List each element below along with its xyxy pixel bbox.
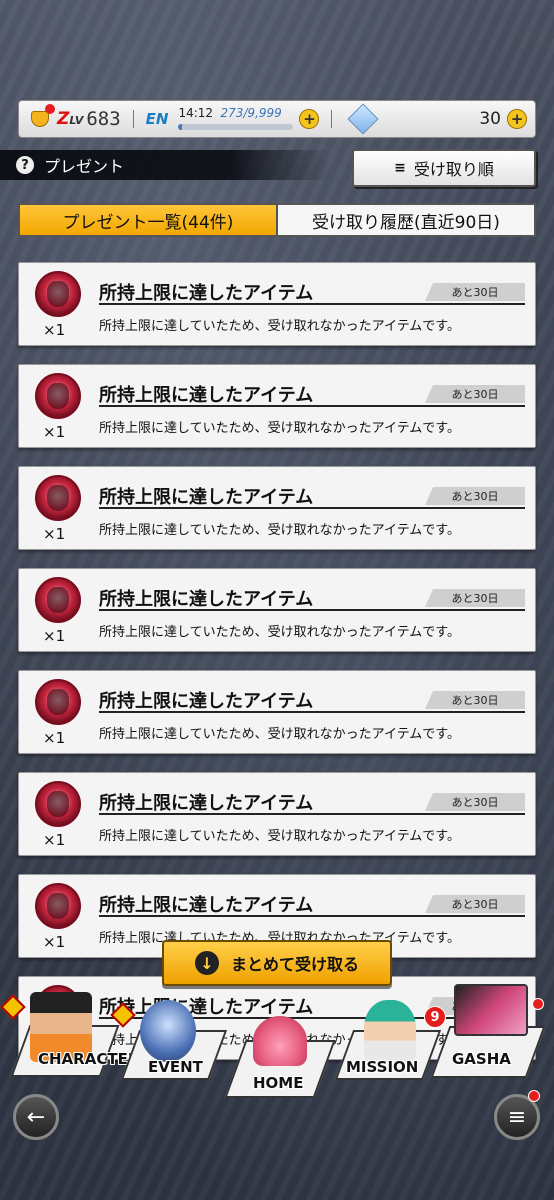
title-underline	[99, 915, 525, 917]
nav-gasha-label: GASHA	[452, 1050, 511, 1068]
item-quantity: ×1	[43, 423, 66, 441]
list-item[interactable]: ×1 所持上限に達したアイテム あと30日所持上限に達していたため、受け取れなかった…	[18, 364, 536, 448]
divider	[331, 110, 333, 128]
status-bar: ZLV 683 EN 14:12 273/9,999 + 30 +	[18, 100, 536, 138]
item-description: 所持上限に達していたため、受け取れなかったアイテムです。	[99, 421, 461, 436]
divider	[132, 110, 134, 128]
item-title: 所持上限に達したアイテム	[99, 691, 314, 712]
expiry-badge: あと30日	[425, 691, 525, 709]
expiry-badge: あと30日	[425, 487, 525, 505]
gem-icon	[347, 103, 380, 135]
item-title: 所持上限に達したアイテム	[99, 895, 314, 916]
item-quantity: ×1	[43, 729, 66, 747]
sort-label: 受け取り順	[413, 160, 494, 179]
back-button[interactable]: ←	[13, 1094, 59, 1140]
new-badge-icon	[110, 1002, 136, 1028]
download-icon: ↓	[194, 951, 219, 975]
sort-icon: ≡	[394, 160, 406, 176]
menu-notification-dot	[528, 1090, 540, 1102]
item-quantity: ×1	[43, 627, 66, 645]
claim-all-button[interactable]: ↓ まとめて受け取る	[162, 940, 392, 986]
item-description: 所持上限に達していたため、受け取れなかったアイテムです。	[99, 829, 461, 844]
list-item[interactable]: ×1 所持上限に達したアイテム あと30日所持上限に達していたため、受け取れなかった…	[18, 568, 536, 652]
event-art	[140, 1000, 196, 1062]
item-title: 所持上限に達したアイテム	[99, 283, 314, 304]
new-badge-icon	[0, 994, 26, 1020]
expiry-badge: あと30日	[425, 589, 525, 607]
item-thumbnail	[35, 883, 81, 929]
nav-event[interactable]: EVENT	[110, 990, 235, 1085]
list-item[interactable]: ×1 所持上限に達したアイテム あと30日所持上限に達していたため、受け取れなかった…	[18, 670, 536, 754]
page-title: プレゼント	[44, 157, 125, 176]
rank-label: ZLV	[57, 109, 84, 129]
back-arrow-icon: ←	[26, 1104, 46, 1130]
nav-character[interactable]: CHARACTER	[0, 990, 139, 1085]
title-underline	[99, 609, 525, 611]
item-description: 所持上限に達していたため、受け取れなかったアイテムです。	[99, 625, 461, 640]
energy-bar	[178, 124, 294, 130]
item-quantity: ×1	[43, 831, 66, 849]
add-gem-button[interactable]: +	[507, 109, 527, 129]
energy-value: 273/9,999	[220, 106, 282, 120]
item-quantity: ×1	[43, 933, 66, 951]
item-thumbnail	[35, 679, 81, 725]
energy-label: EN	[145, 110, 169, 128]
help-icon[interactable]: ?	[16, 156, 34, 174]
add-energy-button[interactable]: +	[299, 109, 320, 129]
item-description: 所持上限に達していたため、受け取れなかったアイテムです。	[99, 523, 461, 538]
expiry-badge: あと30日	[425, 283, 525, 301]
nav-home-label: HOME	[253, 1074, 304, 1092]
menu-icon: ≡	[507, 1104, 527, 1130]
tab-present-list[interactable]: プレゼント一覧(44件)	[18, 203, 278, 237]
expiry-badge: あと30日	[425, 385, 525, 403]
item-thumbnail	[35, 577, 81, 623]
mission-art	[364, 1000, 416, 1062]
title-underline	[99, 303, 525, 305]
bottom-nav: CHARACTER EVENT HOME 9 MISSION GASHA	[0, 984, 554, 1100]
rank-value: 683	[86, 108, 121, 130]
item-thumbnail	[35, 271, 81, 317]
gem-count: 30	[479, 109, 501, 129]
nav-mission-label: MISSION	[346, 1058, 419, 1076]
trophy-icon[interactable]	[27, 104, 55, 132]
tab-bar: プレゼント一覧(44件) 受け取り履歴(直近90日)	[18, 203, 536, 237]
item-description: 所持上限に達していたため、受け取れなかったアイテムです。	[99, 319, 461, 334]
list-item[interactable]: ×1 所持上限に達したアイテム あと30日所持上限に達していたため、受け取れなかった…	[18, 466, 536, 550]
item-title: 所持上限に達したアイテム	[99, 385, 314, 406]
title-underline	[99, 405, 525, 407]
item-title: 所持上限に達したアイテム	[99, 487, 314, 508]
nav-event-label: EVENT	[148, 1058, 203, 1076]
expiry-badge: あと30日	[425, 793, 525, 811]
nav-gasha[interactable]: GASHA	[430, 984, 554, 1085]
item-thumbnail	[35, 475, 81, 521]
item-thumbnail	[35, 781, 81, 827]
title-underline	[99, 507, 525, 509]
item-thumbnail	[35, 373, 81, 419]
item-quantity: ×1	[43, 321, 66, 339]
item-title: 所持上限に達したアイテム	[99, 793, 314, 814]
title-underline	[99, 813, 525, 815]
energy-meter: 14:12 273/9,999	[178, 106, 294, 132]
item-title: 所持上限に達したアイテム	[99, 589, 314, 610]
title-underline	[99, 711, 525, 713]
notification-dot	[532, 998, 544, 1010]
list-item[interactable]: ×1 所持上限に達したアイテム あと30日所持上限に達していたため、受け取れなかった…	[18, 262, 536, 346]
page-title-bar: ? プレゼント	[0, 150, 330, 180]
list-item[interactable]: ×1 所持上限に達したアイテム あと30日所持上限に達していたため、受け取れなかった…	[18, 772, 536, 856]
nav-home[interactable]: HOME	[224, 1010, 336, 1100]
gasha-art	[454, 984, 528, 1036]
nav-mission[interactable]: 9 MISSION	[330, 990, 446, 1085]
energy-time: 14:12	[178, 106, 214, 120]
claim-all-label: まとめて受け取る	[230, 955, 359, 974]
item-description: 所持上限に達していたため、受け取れなかったアイテムです。	[99, 727, 461, 742]
tab-receive-history[interactable]: 受け取り履歴(直近90日)	[278, 203, 536, 237]
sort-button[interactable]: ≡ 受け取り順	[352, 149, 536, 187]
item-quantity: ×1	[43, 525, 66, 543]
expiry-badge: あと30日	[425, 895, 525, 913]
home-art	[253, 1016, 307, 1066]
